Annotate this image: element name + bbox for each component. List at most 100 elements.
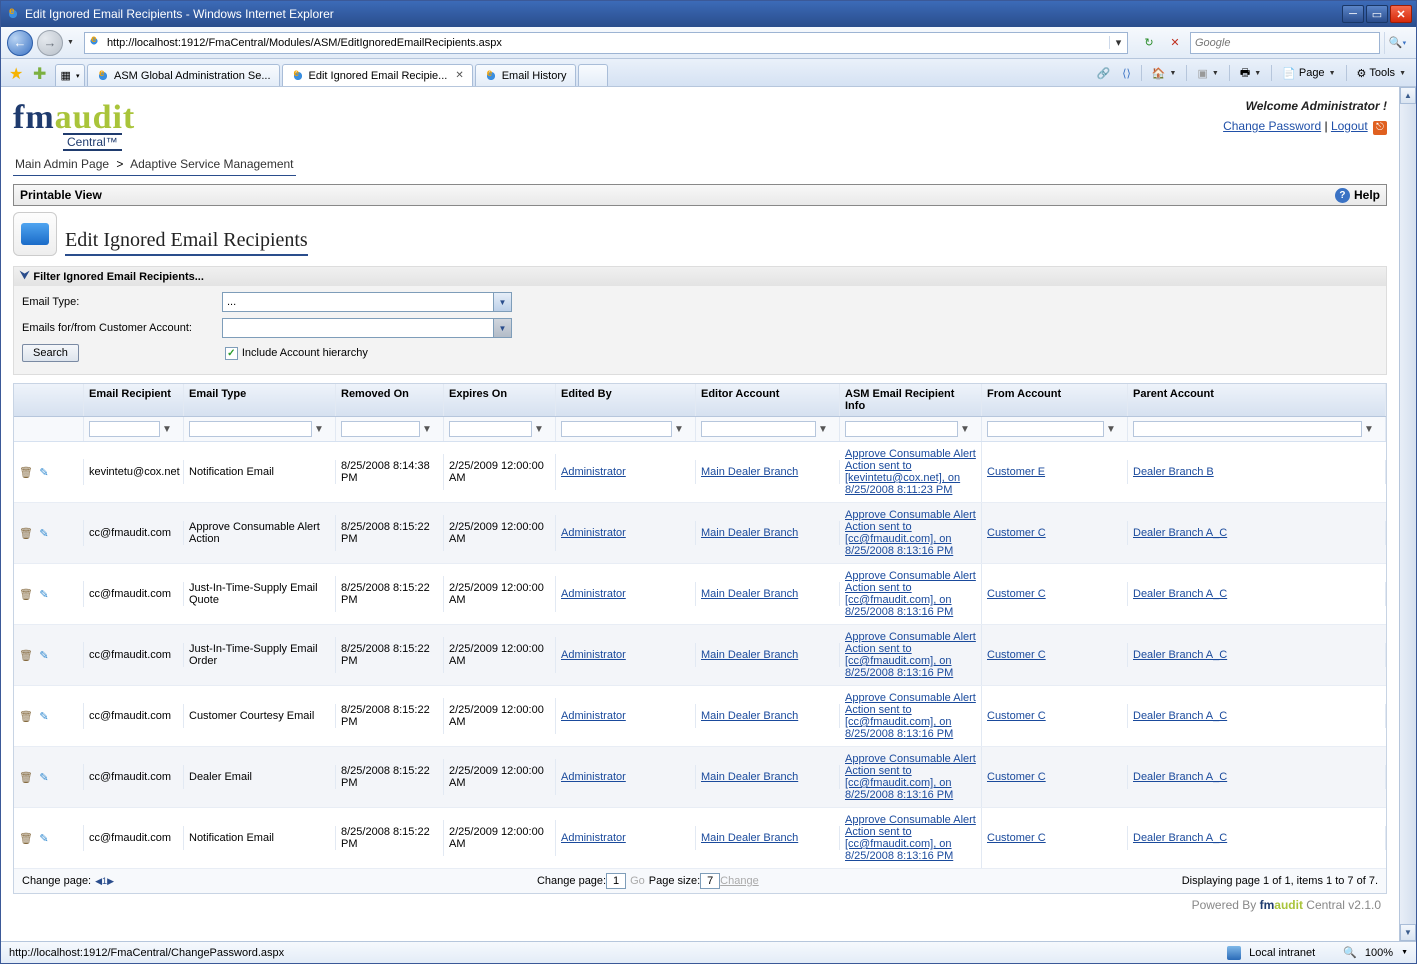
col-expires[interactable]: Expires On xyxy=(444,384,556,416)
from-link[interactable]: Customer C xyxy=(987,527,1046,539)
from-link[interactable]: Customer C xyxy=(987,710,1046,722)
editoracct-link[interactable]: Main Dealer Branch xyxy=(701,649,798,661)
help-label[interactable]: Help xyxy=(1354,188,1380,202)
change-page-size[interactable]: Change xyxy=(720,875,759,887)
tab-email-history[interactable]: Email History xyxy=(475,64,576,86)
print-button[interactable]: 🖶▼ xyxy=(1236,63,1265,83)
filter-icon[interactable]: ▼ xyxy=(1106,424,1116,435)
from-link[interactable]: Customer C xyxy=(987,649,1046,661)
scroll-down-icon[interactable]: ▼ xyxy=(1400,924,1416,941)
parent-link[interactable]: Dealer Branch A_C xyxy=(1133,710,1227,722)
nav-history-dropdown[interactable]: ▼ xyxy=(67,39,74,46)
filter-icon[interactable]: ▼ xyxy=(162,424,172,435)
editoracct-link[interactable]: Main Dealer Branch xyxy=(701,771,798,783)
editoracct-link[interactable]: Main Dealer Branch xyxy=(701,466,798,478)
col-info[interactable]: ASM Email Recipient Info xyxy=(840,384,982,416)
info-link[interactable]: Approve Consumable Alert Action sent to … xyxy=(845,814,976,862)
tools-menu[interactable]: ⚙Tools▼ xyxy=(1353,63,1411,83)
first-page-icon[interactable]: ◀ xyxy=(95,876,102,887)
editedby-link[interactable]: Administrator xyxy=(561,832,626,844)
editoracct-link[interactable]: Main Dealer Branch xyxy=(701,588,798,600)
filter-from[interactable] xyxy=(987,421,1104,437)
edit-icon[interactable]: ✎ xyxy=(37,770,51,784)
filter-info[interactable] xyxy=(845,421,958,437)
editedby-link[interactable]: Administrator xyxy=(561,588,626,600)
include-hierarchy-checkbox[interactable]: ✓ Include Account hierarchy xyxy=(225,347,368,360)
editoracct-link[interactable]: Main Dealer Branch xyxy=(701,832,798,844)
zoom-level[interactable]: 100% xyxy=(1365,947,1393,959)
info-link[interactable]: Approve Consumable Alert Action sent to … xyxy=(845,753,976,801)
delete-icon[interactable]: 🗑 xyxy=(19,465,33,479)
edit-icon[interactable]: ✎ xyxy=(37,587,51,601)
breadcrumb-current[interactable]: Adaptive Service Management xyxy=(130,157,293,171)
filter-type[interactable] xyxy=(189,421,312,437)
filter-icon[interactable]: ▼ xyxy=(1364,424,1374,435)
blog-icon[interactable]: 🔗 xyxy=(1093,63,1115,83)
filter-editoracct[interactable] xyxy=(701,421,816,437)
tab-close-icon[interactable]: ✕ xyxy=(455,70,463,81)
filter-recipient[interactable] xyxy=(89,421,160,437)
info-link[interactable]: Approve Consumable Alert Action sent to … xyxy=(845,631,976,679)
vertical-scrollbar[interactable]: ▲ ▼ xyxy=(1399,87,1416,941)
col-parent[interactable]: Parent Account xyxy=(1128,384,1386,416)
delete-icon[interactable]: 🗑 xyxy=(19,587,33,601)
breadcrumb-main[interactable]: Main Admin Page xyxy=(15,157,109,171)
forward-button[interactable]: → xyxy=(37,30,63,56)
email-type-select[interactable]: ... ▼ xyxy=(222,292,512,312)
col-from[interactable]: From Account xyxy=(982,384,1128,416)
search-input[interactable] xyxy=(1191,35,1379,51)
col-removed[interactable]: Removed On xyxy=(336,384,444,416)
logout-link[interactable]: Logout xyxy=(1331,119,1368,133)
home-button[interactable]: 🏠▼ xyxy=(1148,63,1181,83)
editedby-link[interactable]: Administrator xyxy=(561,710,626,722)
go-button[interactable]: Go xyxy=(630,875,645,887)
delete-icon[interactable]: 🗑 xyxy=(19,831,33,845)
tab-asm-admin[interactable]: ASM Global Administration Se... xyxy=(87,64,280,86)
info-link[interactable]: Approve Consumable Alert Action sent to … xyxy=(845,448,976,496)
page-size-input[interactable] xyxy=(700,873,720,889)
address-input[interactable] xyxy=(103,35,1109,51)
parent-link[interactable]: Dealer Branch A_C xyxy=(1133,832,1227,844)
change-password-link[interactable]: Change Password xyxy=(1223,119,1321,133)
last-page-icon[interactable]: ▶ xyxy=(107,876,114,887)
search-bar[interactable] xyxy=(1190,32,1380,54)
filter-expires[interactable] xyxy=(449,421,532,437)
delete-icon[interactable]: 🗑 xyxy=(19,648,33,662)
feeds-button[interactable]: ▣▼ xyxy=(1193,63,1222,83)
collapse-icon[interactable]: ⮟ xyxy=(20,270,29,283)
edit-icon[interactable]: ✎ xyxy=(37,831,51,845)
info-link[interactable]: Approve Consumable Alert Action sent to … xyxy=(845,509,976,557)
info-link[interactable]: Approve Consumable Alert Action sent to … xyxy=(845,570,976,618)
logout-icon[interactable]: ⎋ xyxy=(1373,121,1387,135)
close-button[interactable]: ✕ xyxy=(1390,5,1412,23)
filter-header[interactable]: ⮟ Filter Ignored Email Recipients... xyxy=(14,267,1386,286)
info-link[interactable]: Approve Consumable Alert Action sent to … xyxy=(845,692,976,740)
filter-icon[interactable]: ▼ xyxy=(314,424,324,435)
account-select[interactable]: ▼ xyxy=(222,318,512,338)
search-button[interactable]: Search xyxy=(22,344,79,362)
parent-link[interactable]: Dealer Branch B xyxy=(1133,466,1214,478)
printable-view-label[interactable]: Printable View xyxy=(20,188,102,202)
filter-icon[interactable]: ▼ xyxy=(960,424,970,435)
from-link[interactable]: Customer C xyxy=(987,771,1046,783)
new-tab-button[interactable] xyxy=(578,64,608,86)
editoracct-link[interactable]: Main Dealer Branch xyxy=(701,710,798,722)
editedby-link[interactable]: Administrator xyxy=(561,466,626,478)
checkbox-icon[interactable]: ✓ xyxy=(225,347,238,360)
filter-icon[interactable]: ▼ xyxy=(422,424,432,435)
maximize-button[interactable]: ▭ xyxy=(1366,5,1388,23)
search-button[interactable]: 🔍▾ xyxy=(1384,32,1410,54)
back-button[interactable]: ← xyxy=(7,30,33,56)
address-bar[interactable]: ▾ xyxy=(84,32,1128,54)
dropdown-icon[interactable]: ▼ xyxy=(493,293,511,311)
parent-link[interactable]: Dealer Branch A_C xyxy=(1133,527,1227,539)
dropdown-icon[interactable]: ▼ xyxy=(493,319,511,337)
dev-icon[interactable]: ⟨⟩ xyxy=(1118,63,1135,83)
filter-removed[interactable] xyxy=(341,421,420,437)
help-icon[interactable]: ? xyxy=(1335,188,1350,203)
col-recipient[interactable]: Email Recipient xyxy=(84,384,184,416)
filter-icon[interactable]: ▼ xyxy=(534,424,544,435)
parent-link[interactable]: Dealer Branch A_C xyxy=(1133,588,1227,600)
filter-icon[interactable]: ▼ xyxy=(818,424,828,435)
filter-editedby[interactable] xyxy=(561,421,672,437)
